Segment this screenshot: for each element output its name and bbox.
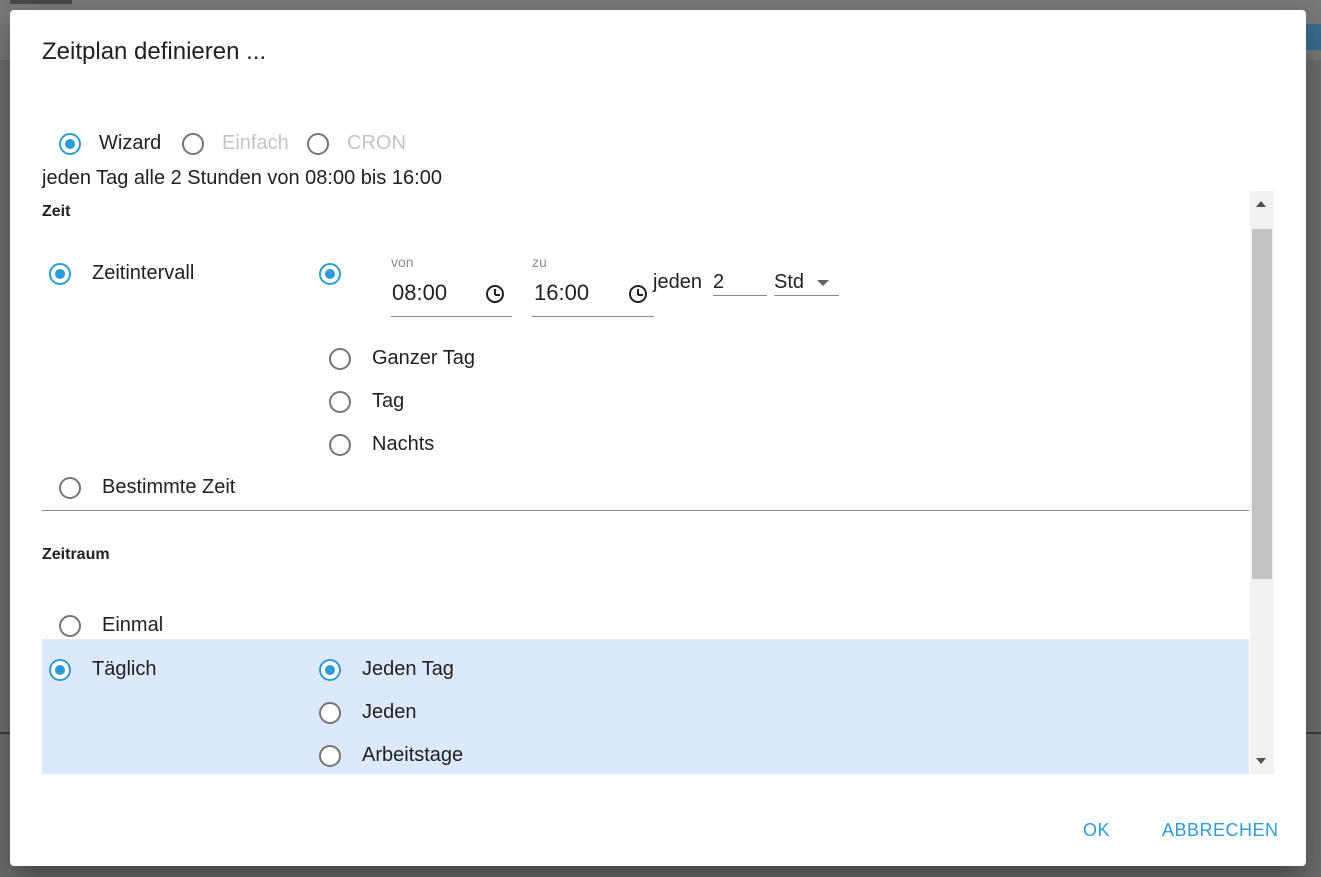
background-tab-indicator [10,0,72,4]
mode-cron-radio[interactable] [307,133,329,155]
ganzer-tag-label[interactable]: Ganzer Tag [372,347,475,370]
interval-range-radio[interactable] [319,263,341,285]
cancel-button[interactable]: ABBRECHEN [1162,820,1279,841]
jeden-tag-label[interactable]: Jeden Tag [362,658,454,681]
zeitintervall-label[interactable]: Zeitintervall [92,262,194,285]
jeden-radio[interactable] [319,702,341,724]
jeden-option-label[interactable]: Jeden [362,701,417,724]
section-divider [42,510,1249,511]
nachts-label[interactable]: Nachts [372,433,434,456]
section-title-zeitraum: Zeitraum [42,546,110,563]
arbeitstage-label[interactable]: Arbeitstage [362,744,463,767]
schedule-dialog: Zeitplan definieren ... Wizard Einfach C… [10,10,1306,866]
jeden-tag-radio[interactable] [319,659,341,681]
einmal-label[interactable]: Einmal [102,614,163,637]
vertical-scrollbar[interactable] [1250,191,1274,774]
mode-cron-label: CRON [347,132,406,154]
unit-underline [774,295,839,296]
einmal-radio[interactable] [59,615,81,637]
jeden-value-input[interactable]: 2 [713,271,724,294]
section-title-zeit: Zeit [42,203,71,220]
von-label: von [391,254,414,270]
schedule-summary: jeden Tag alle 2 Stunden von 08:00 bis 1… [42,167,442,189]
taeglich-label[interactable]: Täglich [92,658,156,681]
tag-radio[interactable] [329,391,351,413]
bestimmte-zeit-radio[interactable] [59,477,81,499]
bestimmte-zeit-label[interactable]: Bestimmte Zeit [102,476,235,499]
von-underline [391,316,512,317]
unit-select[interactable]: Std [774,271,804,294]
von-time-input[interactable]: 08:00 [392,280,447,306]
ganzer-tag-radio[interactable] [329,348,351,370]
mode-einfach-radio[interactable] [182,133,204,155]
arbeitstage-radio[interactable] [319,745,341,767]
taeglich-row-highlight [42,639,1249,774]
dialog-title: Zeitplan definieren ... [42,38,267,65]
zu-label: zu [532,254,547,270]
zeitintervall-radio[interactable] [49,263,71,285]
mode-einfach-label: Einfach [222,132,289,154]
clock-icon[interactable] [629,285,647,303]
jeden-label: jeden [653,271,702,293]
dialog-scroll-content: Zeit Zeitintervall von 08:00 zu 16:00 je… [42,191,1274,774]
scroll-up-arrow-icon[interactable] [1256,201,1266,207]
scrollbar-thumb[interactable] [1252,229,1272,579]
taeglich-radio[interactable] [49,659,71,681]
nachts-radio[interactable] [329,434,351,456]
scroll-down-arrow-icon[interactable] [1256,758,1266,764]
mode-wizard-label[interactable]: Wizard [99,132,161,155]
zu-time-input[interactable]: 16:00 [534,280,589,306]
zu-underline [532,316,654,317]
tag-label[interactable]: Tag [372,390,404,413]
chevron-down-icon[interactable] [817,280,829,286]
clock-icon[interactable] [486,285,504,303]
ok-button[interactable]: OK [1083,820,1110,841]
mode-wizard-radio[interactable] [59,133,81,155]
jeden-underline [713,295,767,296]
